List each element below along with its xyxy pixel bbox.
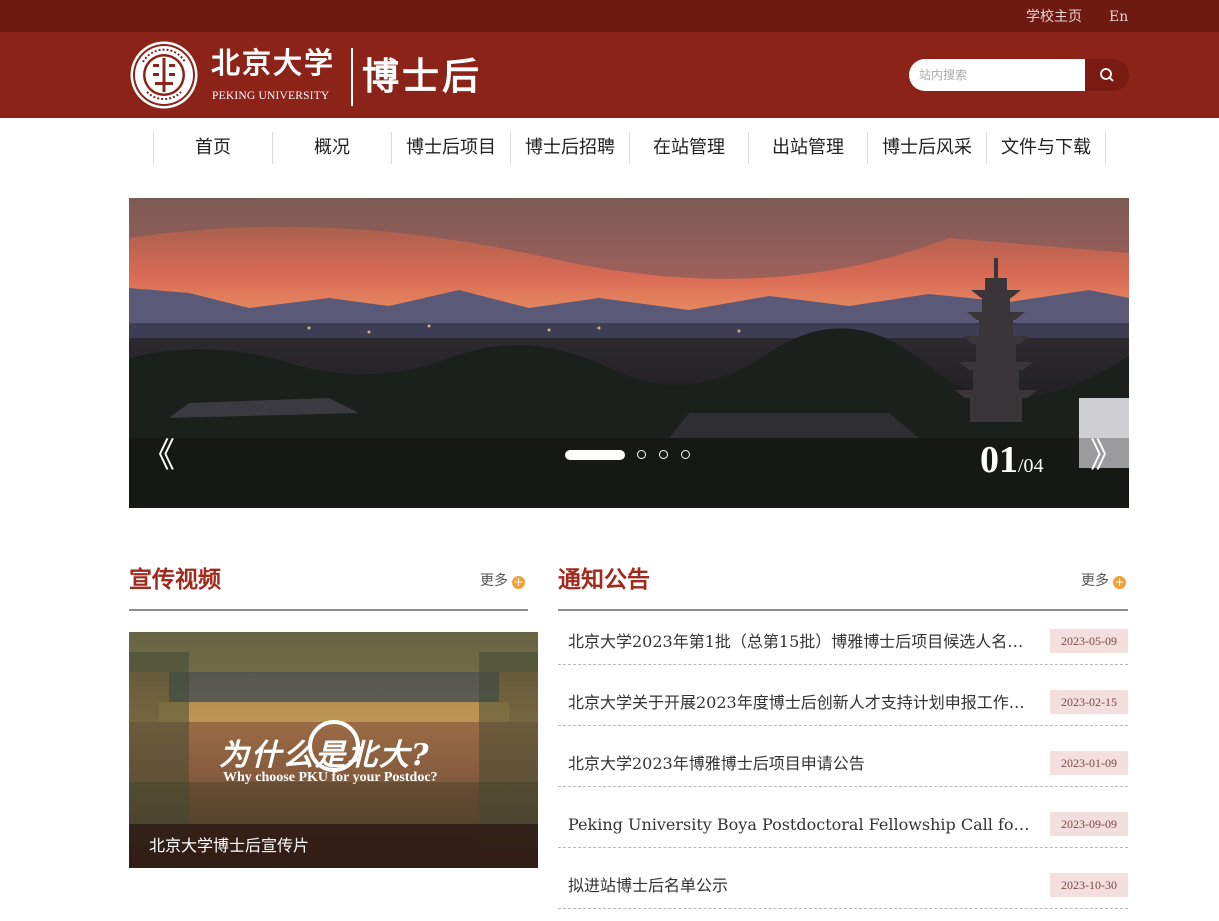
video-section-rule: [129, 609, 528, 611]
notice-section-rule: [558, 609, 1128, 611]
notice-item-date: 2023-10-30: [1050, 873, 1128, 897]
nav-item-programs[interactable]: 博士后项目: [391, 132, 510, 164]
notice-item[interactable]: 北京大学2023年第1批（总第15批）博雅博士后项目候选人名单公示 2023-0…: [558, 629, 1128, 665]
play-button-icon[interactable]: [308, 720, 360, 772]
site-title: 博士后: [362, 54, 482, 98]
notice-item-title: 拟进站博士后名单公示: [568, 876, 729, 895]
video-title-english: Why choose PKU for your Postdoc?: [223, 770, 438, 785]
main-nav: 首页 概况 博士后项目 博士后招聘 在站管理 出站管理 博士后风采 文件与下载: [153, 132, 1106, 164]
search-button[interactable]: [1085, 59, 1129, 91]
nav-item-overview[interactable]: 概况: [272, 132, 391, 164]
nav-item-gallery[interactable]: 博士后风采: [867, 132, 986, 164]
banner-carousel[interactable]: [129, 198, 1129, 508]
search-box: [909, 59, 1129, 91]
logo-english-name: PEKING UNIVERSITY: [212, 90, 330, 102]
banner-counter: 01/04: [980, 438, 1044, 482]
nav-item-downloads[interactable]: 文件与下载: [986, 132, 1106, 164]
notice-item-title: 北京大学关于开展2023年度博士后创新人才支持计划申报工作的通知: [568, 693, 1036, 712]
banner-counter-current: 01: [980, 439, 1018, 481]
video-more-link[interactable]: 更多 +: [480, 572, 525, 590]
search-input[interactable]: [909, 59, 1085, 91]
notice-item-title: Peking University Boya Postdoctoral Fell…: [568, 815, 1036, 834]
nav-item-in-station[interactable]: 在站管理: [629, 132, 748, 164]
logo-divider: [351, 48, 353, 106]
video-section-title: 宣传视频: [129, 566, 221, 593]
logo-chinese-name: 北京大学: [211, 46, 336, 80]
banner-image: [129, 198, 1129, 508]
notice-more-label: 更多: [1081, 573, 1109, 589]
banner-next-arrow[interactable]: 》: [1090, 436, 1124, 476]
banner-dot-2[interactable]: [637, 450, 646, 459]
notice-item[interactable]: 北京大学关于开展2023年度博士后创新人才支持计划申报工作的通知 2023-02…: [558, 690, 1128, 726]
english-language-link[interactable]: En: [1109, 8, 1128, 26]
notice-item[interactable]: 拟进站博士后名单公示 2023-10-30: [558, 873, 1128, 909]
top-utility-bar: 学校主页 En: [0, 0, 1219, 32]
search-icon: [1100, 68, 1114, 82]
banner-prev-arrow[interactable]: 《: [141, 436, 175, 476]
university-seal-icon: [130, 41, 198, 109]
notice-item-date: 2023-01-09: [1050, 751, 1128, 775]
banner-dot-1[interactable]: [565, 450, 625, 460]
notice-more-link[interactable]: 更多 +: [1081, 572, 1126, 590]
plus-circle-icon: +: [512, 575, 525, 589]
notice-section-title: 通知公告: [558, 566, 650, 593]
notice-item-date: 2023-02-15: [1050, 690, 1128, 714]
video-more-label: 更多: [480, 573, 508, 589]
notice-item[interactable]: Peking University Boya Postdoctoral Fell…: [558, 812, 1128, 848]
banner-dot-3[interactable]: [659, 450, 668, 459]
site-header: 北京大学 PEKING UNIVERSITY 博士后: [0, 32, 1219, 118]
banner-dot-4[interactable]: [681, 450, 690, 459]
video-caption: 北京大学博士后宣传片: [129, 824, 538, 868]
nav-item-out-station[interactable]: 出站管理: [748, 132, 867, 164]
banner-counter-total: /04: [1018, 455, 1044, 477]
school-home-link[interactable]: 学校主页: [1026, 8, 1082, 26]
nav-item-home[interactable]: 首页: [153, 132, 272, 164]
plus-circle-icon: +: [1113, 575, 1126, 589]
notice-item-date: 2023-09-09: [1050, 812, 1128, 836]
notice-item[interactable]: 北京大学2023年博雅博士后项目申请公告 2023-01-09: [558, 751, 1128, 787]
notice-item-title: 北京大学2023年第1批（总第15批）博雅博士后项目候选人名单公示: [568, 632, 1036, 651]
notice-item-title: 北京大学2023年博雅博士后项目申请公告: [568, 754, 865, 773]
nav-item-recruitment[interactable]: 博士后招聘: [510, 132, 629, 164]
notice-item-date: 2023-05-09: [1050, 629, 1128, 653]
promo-video[interactable]: 为什么是北大? Why choose PKU for your Postdoc?…: [129, 632, 538, 868]
